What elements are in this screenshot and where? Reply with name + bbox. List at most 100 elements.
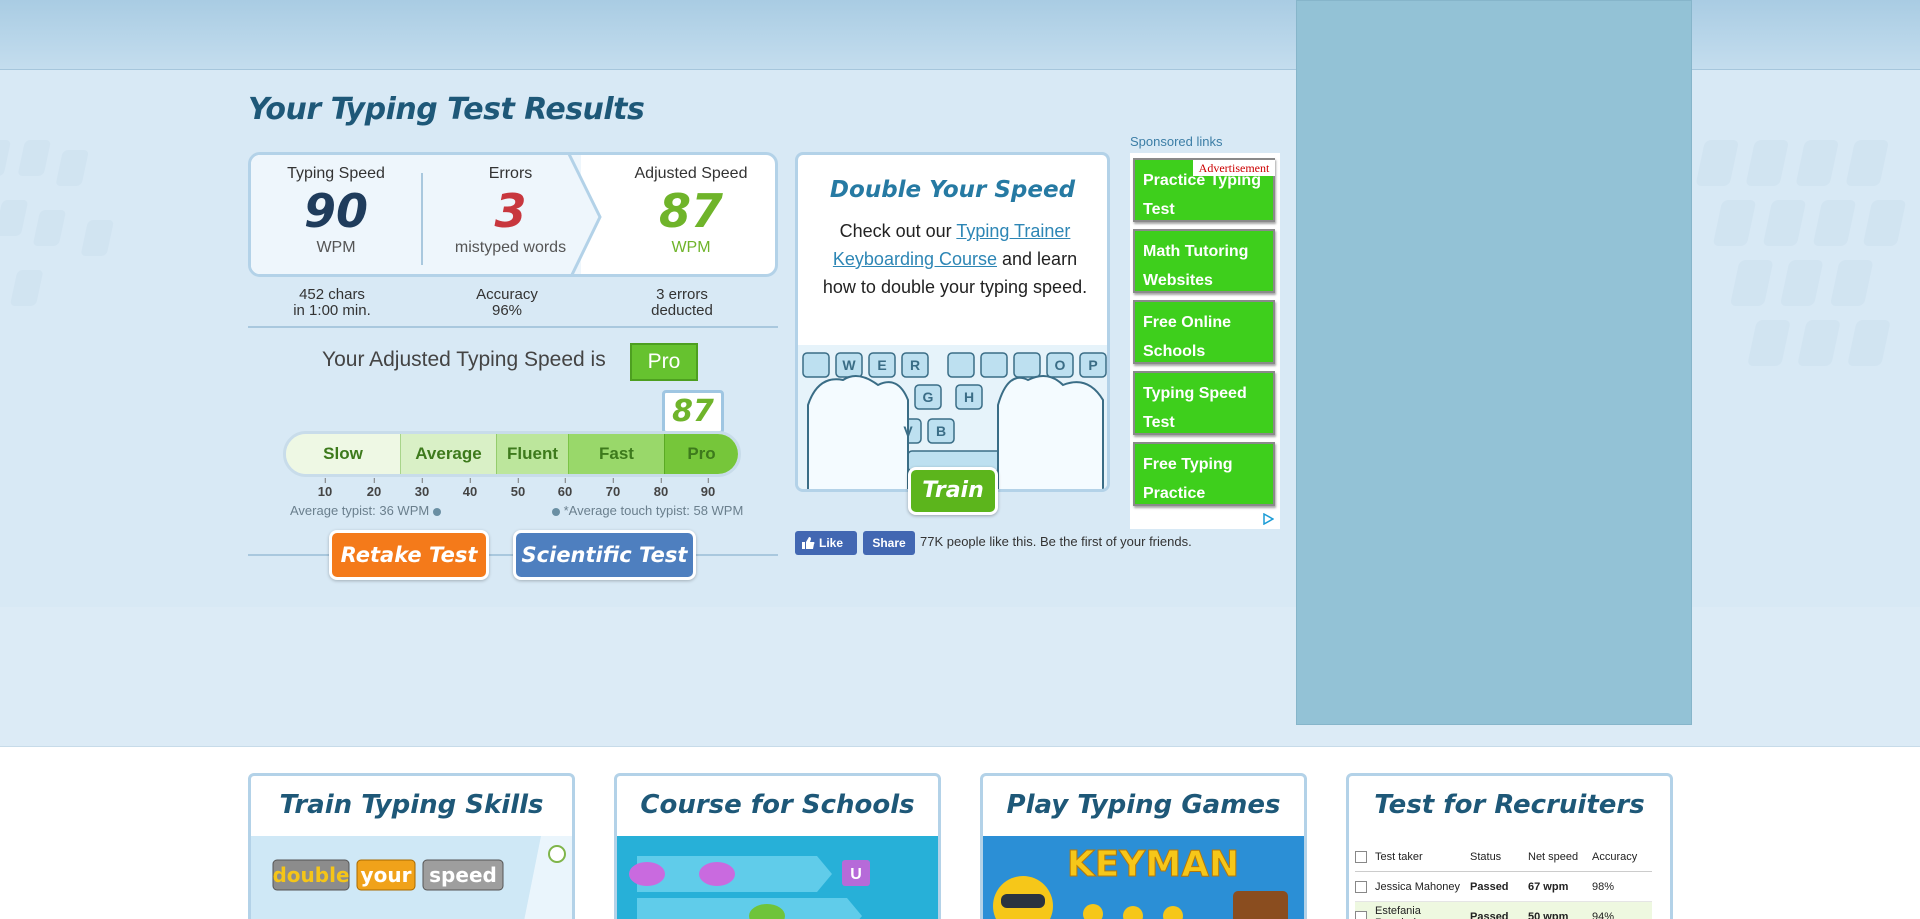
facebook-like-button[interactable]: Like (795, 531, 857, 555)
adchoices-icon[interactable] (1262, 513, 1274, 525)
word-speed: speed (429, 863, 497, 887)
word-double: double (272, 863, 349, 887)
errors-label: Errors (488, 165, 533, 182)
touch-typist-note: *Average touch typist: 58 WPM (552, 503, 743, 518)
advertisement-badge: Advertisement (1193, 160, 1275, 176)
segment-fluent: Fluent (496, 434, 568, 474)
key-p: P (1088, 357, 1097, 373)
card-title: Play Typing Games (1006, 790, 1281, 820)
scientific-test-button[interactable]: Scientific Test (513, 530, 696, 580)
double-speed-promo: Double Your Speed Check out our Typing T… (795, 152, 1110, 492)
ad-link-free-online-schools[interactable]: Free Online Schools (1133, 300, 1275, 364)
tick-label: 90 (701, 478, 715, 499)
key-b: B (936, 423, 946, 439)
speed-marker: 87 (662, 390, 724, 434)
speed-scale-bar: Slow Average Fluent Fast Pro (283, 431, 741, 477)
facebook-like-label: Like (819, 536, 844, 550)
average-typist-text: Average typist: 36 WPM (290, 503, 430, 518)
speed-scale-ticks: 10 20 30 40 50 60 70 80 90 (300, 478, 740, 499)
tick-label: 80 (654, 478, 668, 499)
average-typist-note: Average typist: 36 WPM (290, 503, 441, 518)
deducted-stat: 3 errors deducted (622, 287, 742, 319)
word-your: your (361, 863, 412, 887)
table-cell: 94% (1592, 910, 1615, 919)
tick-label: 70 (606, 478, 620, 499)
tick-label: 40 (463, 478, 477, 499)
card-title: Train Typing Skills (279, 790, 544, 820)
tick-label: 60 (558, 478, 572, 499)
segment-average: Average (400, 434, 496, 474)
errors-deducted-label: deducted (651, 302, 713, 319)
row-checkbox[interactable] (1355, 910, 1367, 919)
touch-typist-text: *Average touch typist: 58 WPM (563, 503, 744, 518)
accuracy-label: Accuracy (476, 286, 538, 303)
train-button[interactable]: Train (908, 467, 998, 515)
chars-stat: 452 chars in 1:00 min. (272, 287, 392, 319)
segment-fast: Fast (568, 434, 664, 474)
time-elapsed: in 1:00 min. (293, 302, 371, 319)
promo-text-before: Check out our (839, 221, 957, 241)
table-cell: 98% (1592, 880, 1615, 893)
tick-label: 10 (318, 478, 332, 499)
typing-speed-value: 90 (303, 184, 368, 238)
table-row[interactable]: Jessica Mahoney Passed 67 wpm 98% (1355, 872, 1652, 902)
sponsored-links-label: Sponsored links (1130, 134, 1223, 149)
facebook-share-button[interactable]: Share (863, 531, 915, 555)
card-course-schools[interactable]: Course for Schools U (614, 773, 941, 919)
table-row[interactable]: Estefania Regalado Passed 50 wpm 94% (1355, 902, 1652, 919)
segment-pro: Pro (664, 434, 738, 474)
select-all-checkbox[interactable] (1355, 850, 1367, 863)
key-e: E (877, 357, 886, 373)
card-test-recruiters[interactable]: Test for Recruiters Test taker Status Ne… (1346, 773, 1673, 919)
ad-link-typing-speed-test[interactable]: Typing Speed Test (1133, 371, 1275, 435)
table-cell: Passed (1470, 910, 1509, 919)
key-v: V (903, 423, 913, 439)
course-schools-image: U (617, 836, 938, 919)
table-header: Test taker Status Net speed Accuracy (1355, 842, 1652, 872)
table-cell: Jessica Mahoney (1375, 880, 1460, 893)
key-w: W (842, 357, 856, 373)
adjusted-speed-unit: WPM (671, 239, 711, 256)
accuracy-stat: Accuracy 96% (447, 287, 567, 319)
card-typing-games[interactable]: Play Typing Games KEYMAN (980, 773, 1307, 919)
level-badge: Pro (630, 343, 698, 381)
errors-stat: Errors 3 mistyped words (423, 165, 598, 257)
ad-link-free-typing-practice[interactable]: Free Typing Practice (1133, 442, 1275, 506)
touch-typist-dot (552, 507, 560, 516)
column-header: Net speed (1528, 850, 1579, 863)
segment-slow: Slow (286, 434, 400, 474)
tick-label: 20 (367, 478, 381, 499)
table-cell: Estefania Regalado (1375, 904, 1422, 919)
column-header: Status (1470, 850, 1502, 863)
page-title: Your Typing Test Results (248, 92, 645, 127)
adjusted-speed-stat: Adjusted Speed 87 WPM (606, 165, 775, 257)
card-title: Test for Recruiters (1374, 790, 1645, 820)
card-train-typing[interactable]: Train Typing Skills double your speed (248, 773, 575, 919)
adjusted-speed-label: Adjusted Speed (634, 165, 748, 182)
typing-speed-stat: Typing Speed 90 WPM (251, 165, 421, 257)
promo-title: Double Your Speed (829, 177, 1076, 203)
thumbs-up-icon (802, 537, 815, 549)
section-divider (248, 326, 778, 328)
keyman-logo: KEYMAN (1067, 844, 1239, 885)
table-cell: Passed (1470, 880, 1509, 893)
recruiters-table: Test taker Status Net speed Accuracy Jes… (1355, 842, 1652, 919)
results-summary-box: Typing Speed 90 WPM Errors 3 mistyped wo… (248, 152, 778, 277)
errors-unit: mistyped words (454, 239, 567, 256)
key-r: R (910, 357, 920, 373)
facebook-like-count: 77K people like this. Be the first of yo… (920, 534, 1192, 549)
key-u: U (850, 866, 862, 883)
adjusted-speed-sentence: Your Adjusted Typing Speed is (322, 348, 606, 371)
retake-test-button[interactable]: Retake Test (329, 530, 489, 580)
key-g: G (923, 389, 934, 405)
typing-games-image: KEYMAN (983, 836, 1304, 919)
errors-value: 3 (494, 184, 527, 238)
tick-label: 30 (415, 478, 429, 499)
adjusted-speed-value: 87 (658, 184, 723, 238)
accuracy-value: 96% (491, 302, 523, 319)
row-checkbox[interactable] (1355, 880, 1367, 893)
table-cell: 50 wpm (1528, 910, 1569, 919)
key-o: O (1055, 357, 1066, 373)
promo-text: Check out our Typing Trainer Keyboarding… (820, 217, 1090, 301)
ad-link-math-tutoring[interactable]: Math Tutoring Websites (1133, 229, 1275, 293)
